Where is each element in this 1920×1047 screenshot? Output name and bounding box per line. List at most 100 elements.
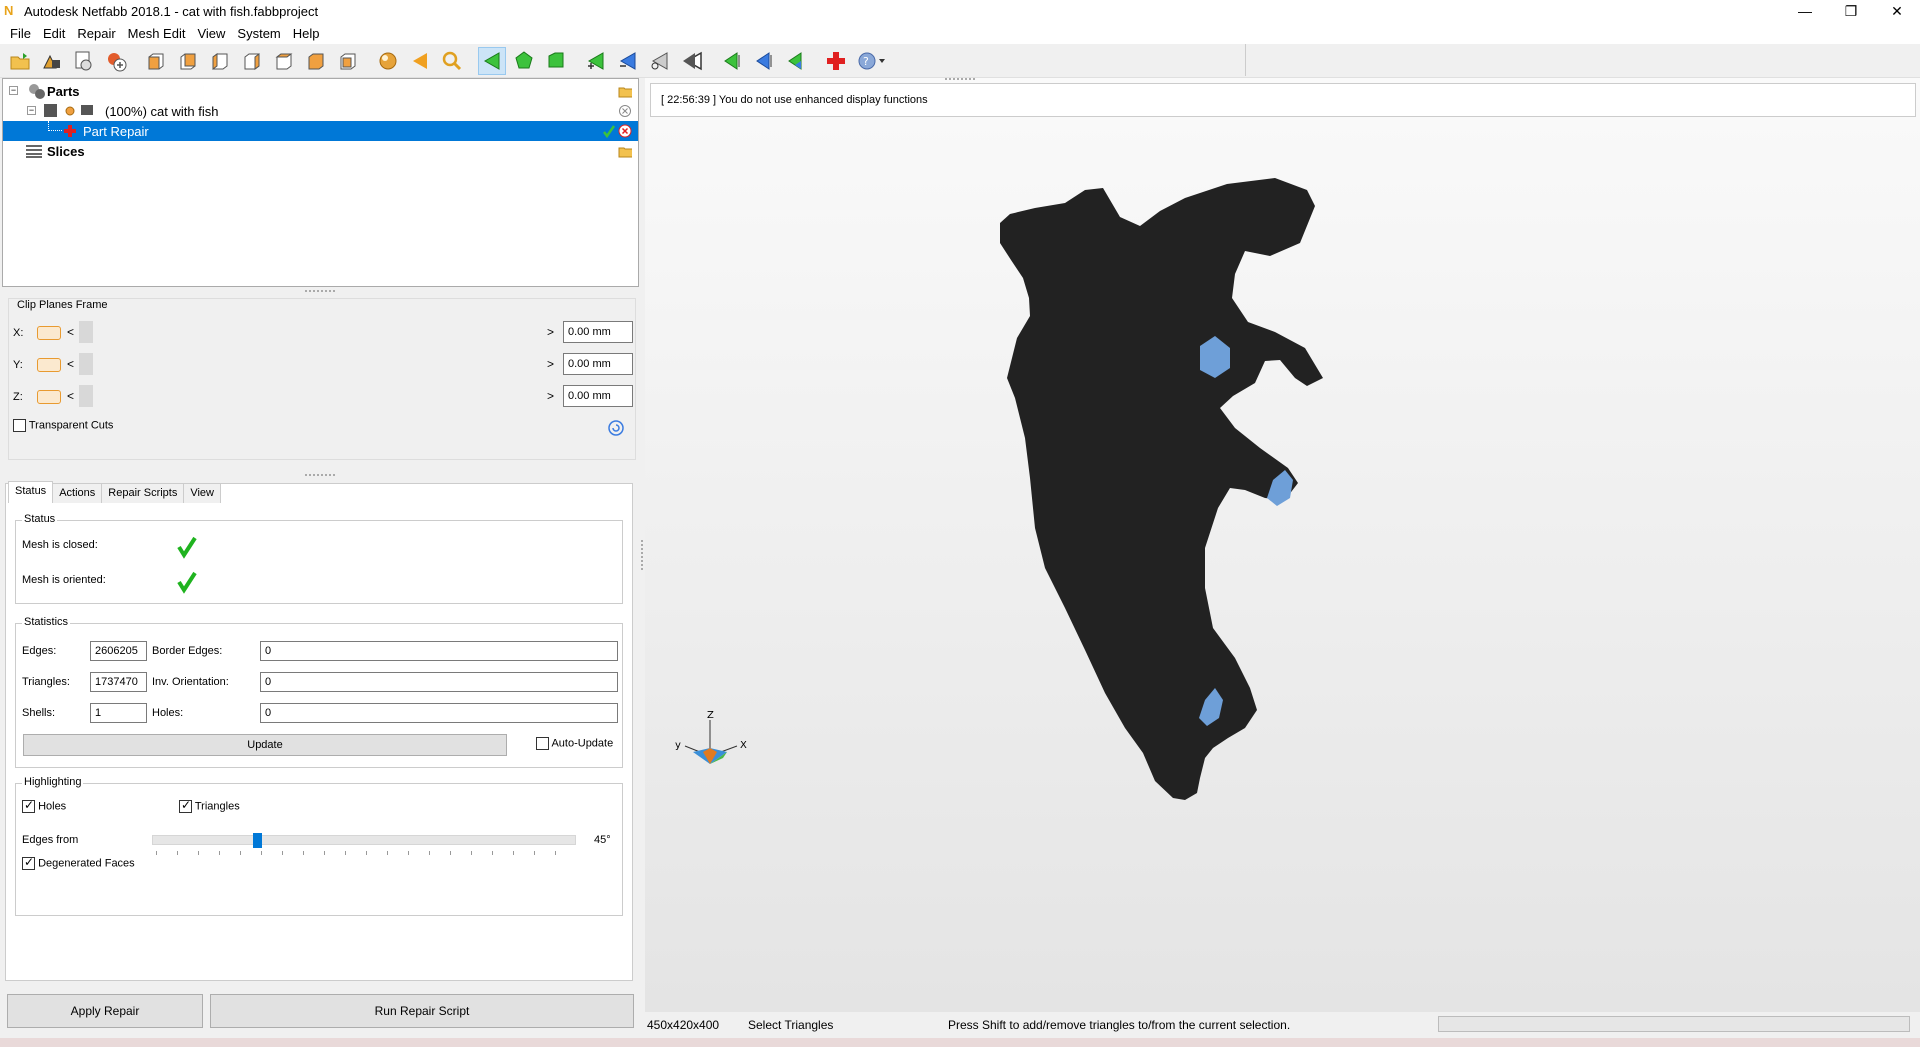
- remove-circle-icon[interactable]: [618, 104, 632, 118]
- degenerated-checkbox[interactable]: [22, 855, 35, 870]
- clip-y-toggle[interactable]: [37, 358, 61, 372]
- edges-from-label: Edges from: [22, 834, 79, 846]
- tree-row-part-repair[interactable]: Part Repair: [3, 121, 638, 141]
- cube-back-icon: [180, 53, 196, 69]
- triangles-highlight-label: Triangles: [194, 800, 240, 813]
- folder-add-icon[interactable]: [618, 84, 632, 98]
- minimize-button[interactable]: —: [1782, 0, 1828, 22]
- transparent-cuts-checkbox[interactable]: [13, 419, 26, 432]
- menu-mesh-edit[interactable]: Mesh Edit: [122, 26, 192, 41]
- clip-y-slider[interactable]: [79, 353, 93, 375]
- flip-blue-button[interactable]: [750, 47, 778, 75]
- panel-grip[interactable]: [305, 290, 335, 294]
- shells-field[interactable]: 1: [90, 703, 147, 723]
- flip-green-button[interactable]: [718, 47, 746, 75]
- clip-z-input[interactable]: 0.00 mm: [563, 385, 633, 407]
- view-iso-button[interactable]: [334, 47, 362, 75]
- reset-icon[interactable]: [607, 419, 625, 437]
- viewport-grip[interactable]: [945, 78, 975, 82]
- holes-field[interactable]: 0: [260, 703, 618, 723]
- clip-y-right-arrow[interactable]: >: [547, 357, 554, 371]
- view-front-button[interactable]: [142, 47, 170, 75]
- tree-row-part[interactable]: − (100%) cat with fish: [3, 101, 638, 121]
- shell-icon: [548, 52, 564, 67]
- menu-view[interactable]: View: [191, 26, 231, 41]
- holes-highlight-checkbox[interactable]: [22, 798, 35, 813]
- folder-add-icon[interactable]: [618, 144, 632, 158]
- invert-selection-button[interactable]: [646, 47, 674, 75]
- update-button[interactable]: Update: [23, 734, 507, 756]
- tab-status[interactable]: Status: [8, 481, 54, 503]
- menu-repair[interactable]: Repair: [71, 26, 121, 41]
- splitter-handle[interactable]: [641, 540, 643, 570]
- clip-z-slider[interactable]: [79, 385, 93, 407]
- view-top-button[interactable]: [270, 47, 298, 75]
- collapse-icon[interactable]: −: [27, 106, 36, 115]
- view-left-button[interactable]: [206, 47, 234, 75]
- add-triangles-button[interactable]: [582, 47, 610, 75]
- cat-model[interactable]: [645, 78, 1920, 1012]
- edges-angle-slider[interactable]: [152, 835, 576, 845]
- tree-row-slices[interactable]: Slices: [3, 141, 638, 161]
- clip-z-toggle[interactable]: [37, 390, 61, 404]
- menu-help[interactable]: Help: [287, 26, 326, 41]
- add-support-button[interactable]: [102, 47, 130, 75]
- repair-button[interactable]: [822, 47, 850, 75]
- undo-view-button[interactable]: [406, 47, 434, 75]
- shading-button[interactable]: [374, 47, 402, 75]
- border-edges-field[interactable]: 0: [260, 641, 618, 661]
- remove-triangles-button[interactable]: [614, 47, 642, 75]
- help-dropdown-button[interactable]: ?: [854, 47, 888, 75]
- part-label: (100%) cat with fish: [105, 103, 219, 119]
- clip-x-right-arrow[interactable]: >: [547, 325, 554, 339]
- inv-orientation-field[interactable]: 0: [260, 672, 618, 692]
- clip-x-input[interactable]: 0.00 mm: [563, 321, 633, 343]
- tab-repair-scripts[interactable]: Repair Scripts: [101, 483, 185, 503]
- select-shell-button[interactable]: [542, 47, 570, 75]
- menu-edit[interactable]: Edit: [37, 26, 71, 41]
- clip-z-right-arrow[interactable]: >: [547, 389, 554, 403]
- view-back-button[interactable]: [174, 47, 202, 75]
- apply-repair-button[interactable]: Apply Repair: [7, 994, 203, 1028]
- flip-mixed-button[interactable]: [782, 47, 810, 75]
- menu-system[interactable]: System: [231, 26, 286, 41]
- clip-row-x: X: < > 0.00 mm: [13, 321, 633, 347]
- open-project-button[interactable]: [6, 47, 34, 75]
- clip-x-left-arrow[interactable]: <: [67, 325, 74, 339]
- edges-angle-slider-thumb[interactable]: [253, 833, 262, 848]
- clip-row-y: Y: < > 0.00 mm: [13, 353, 633, 379]
- select-triangles-button[interactable]: [478, 46, 506, 75]
- clip-z-left-arrow[interactable]: <: [67, 389, 74, 403]
- apply-check-icon[interactable]: [602, 124, 616, 138]
- clip-x-toggle[interactable]: [37, 326, 61, 340]
- tree-row-parts[interactable]: − Parts: [3, 81, 638, 101]
- view-right-button[interactable]: [238, 47, 266, 75]
- select-all-button[interactable]: [678, 47, 706, 75]
- clip-y-input[interactable]: 0.00 mm: [563, 353, 633, 375]
- close-button[interactable]: ✕: [1874, 0, 1920, 22]
- auto-update-checkbox[interactable]: [536, 737, 549, 750]
- collapse-icon[interactable]: −: [9, 86, 18, 95]
- triangles-highlight-checkbox[interactable]: [179, 798, 192, 813]
- 3d-viewport[interactable]: Z y X: [645, 78, 1920, 1012]
- select-surface-button[interactable]: [510, 47, 538, 75]
- zoom-button[interactable]: [438, 47, 466, 75]
- clip-y-left-arrow[interactable]: <: [67, 357, 74, 371]
- run-repair-script-button[interactable]: Run Repair Script: [210, 994, 634, 1028]
- panel-grip[interactable]: [305, 474, 335, 478]
- restore-button[interactable]: ❐: [1828, 0, 1874, 22]
- clip-x-slider[interactable]: [79, 321, 93, 343]
- edges-field[interactable]: 2606205: [90, 641, 147, 661]
- tab-view[interactable]: View: [183, 483, 221, 503]
- flip-blue-icon: [756, 51, 772, 70]
- axis-gizmo: Z y X: [675, 710, 747, 764]
- menu-bar: File Edit Repair Mesh Edit View System H…: [0, 22, 1920, 44]
- flip-mixed-icon: [788, 51, 802, 70]
- tab-actions[interactable]: Actions: [52, 483, 103, 503]
- add-part-button[interactable]: [38, 47, 66, 75]
- part-settings-button[interactable]: [70, 47, 98, 75]
- triangles-field[interactable]: 1737470: [90, 672, 147, 692]
- view-bottom-button[interactable]: [302, 47, 330, 75]
- cancel-circle-icon[interactable]: [618, 124, 632, 138]
- menu-file[interactable]: File: [4, 26, 37, 41]
